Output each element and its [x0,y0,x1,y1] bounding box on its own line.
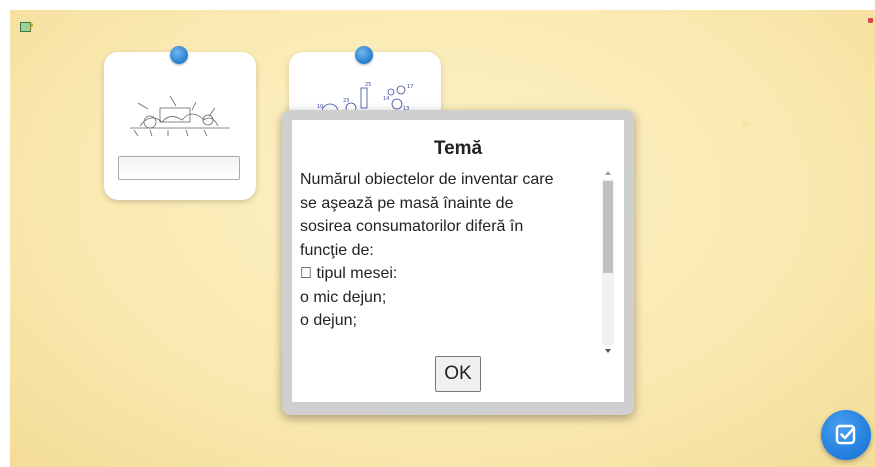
close-marker-icon[interactable] [868,18,873,23]
dialog-body: Temă Numărul obiectelor de inventar care… [292,120,624,402]
dialog-text-line: funcţie de: [300,241,374,259]
image-card-1[interactable] [104,46,256,200]
svg-text:?: ? [28,22,34,33]
dialog-text-line: o mic dejun; [300,288,387,306]
svg-text:17: 17 [407,84,413,90]
equipment-sketch-image [130,95,230,137]
help-icon[interactable]: ? [20,20,36,33]
dialog-text-line: Numărul obiectelor de inventar care [300,171,554,188]
scroll-down-arrow-icon[interactable] [601,345,615,357]
check-icon [835,424,856,445]
dialog-title: Temă [433,138,483,159]
svg-text:25: 25 [365,82,371,88]
dialog-text-line: sosirea consumatorilor diferă în [300,218,524,235]
dialog-text-line: o dejun; [300,312,357,329]
pin-icon [170,46,188,64]
dialog-scrollbar[interactable] [601,167,615,357]
canvas-background: ? 10 23 25 14 17 13 Temă Numărul obiecte… [10,10,875,467]
scroll-up-arrow-icon[interactable] [601,167,615,179]
ok-button[interactable]: OK [435,356,481,392]
answer-input[interactable] [118,156,240,180]
dialog-text-line: se aşează pe masă înainte de [300,194,514,212]
dialog-text-line:  tipul mesei: [300,265,397,282]
dialog-text[interactable]: Numărul obiectelor de inventar care se a… [300,168,596,348]
theme-dialog: Temă Numărul obiectelor de inventar care… [282,110,634,415]
svg-text:14: 14 [383,96,389,102]
check-answers-button[interactable] [821,410,871,460]
pin-icon [355,46,373,64]
scroll-thumb[interactable] [603,181,613,273]
svg-text:23: 23 [343,98,349,104]
